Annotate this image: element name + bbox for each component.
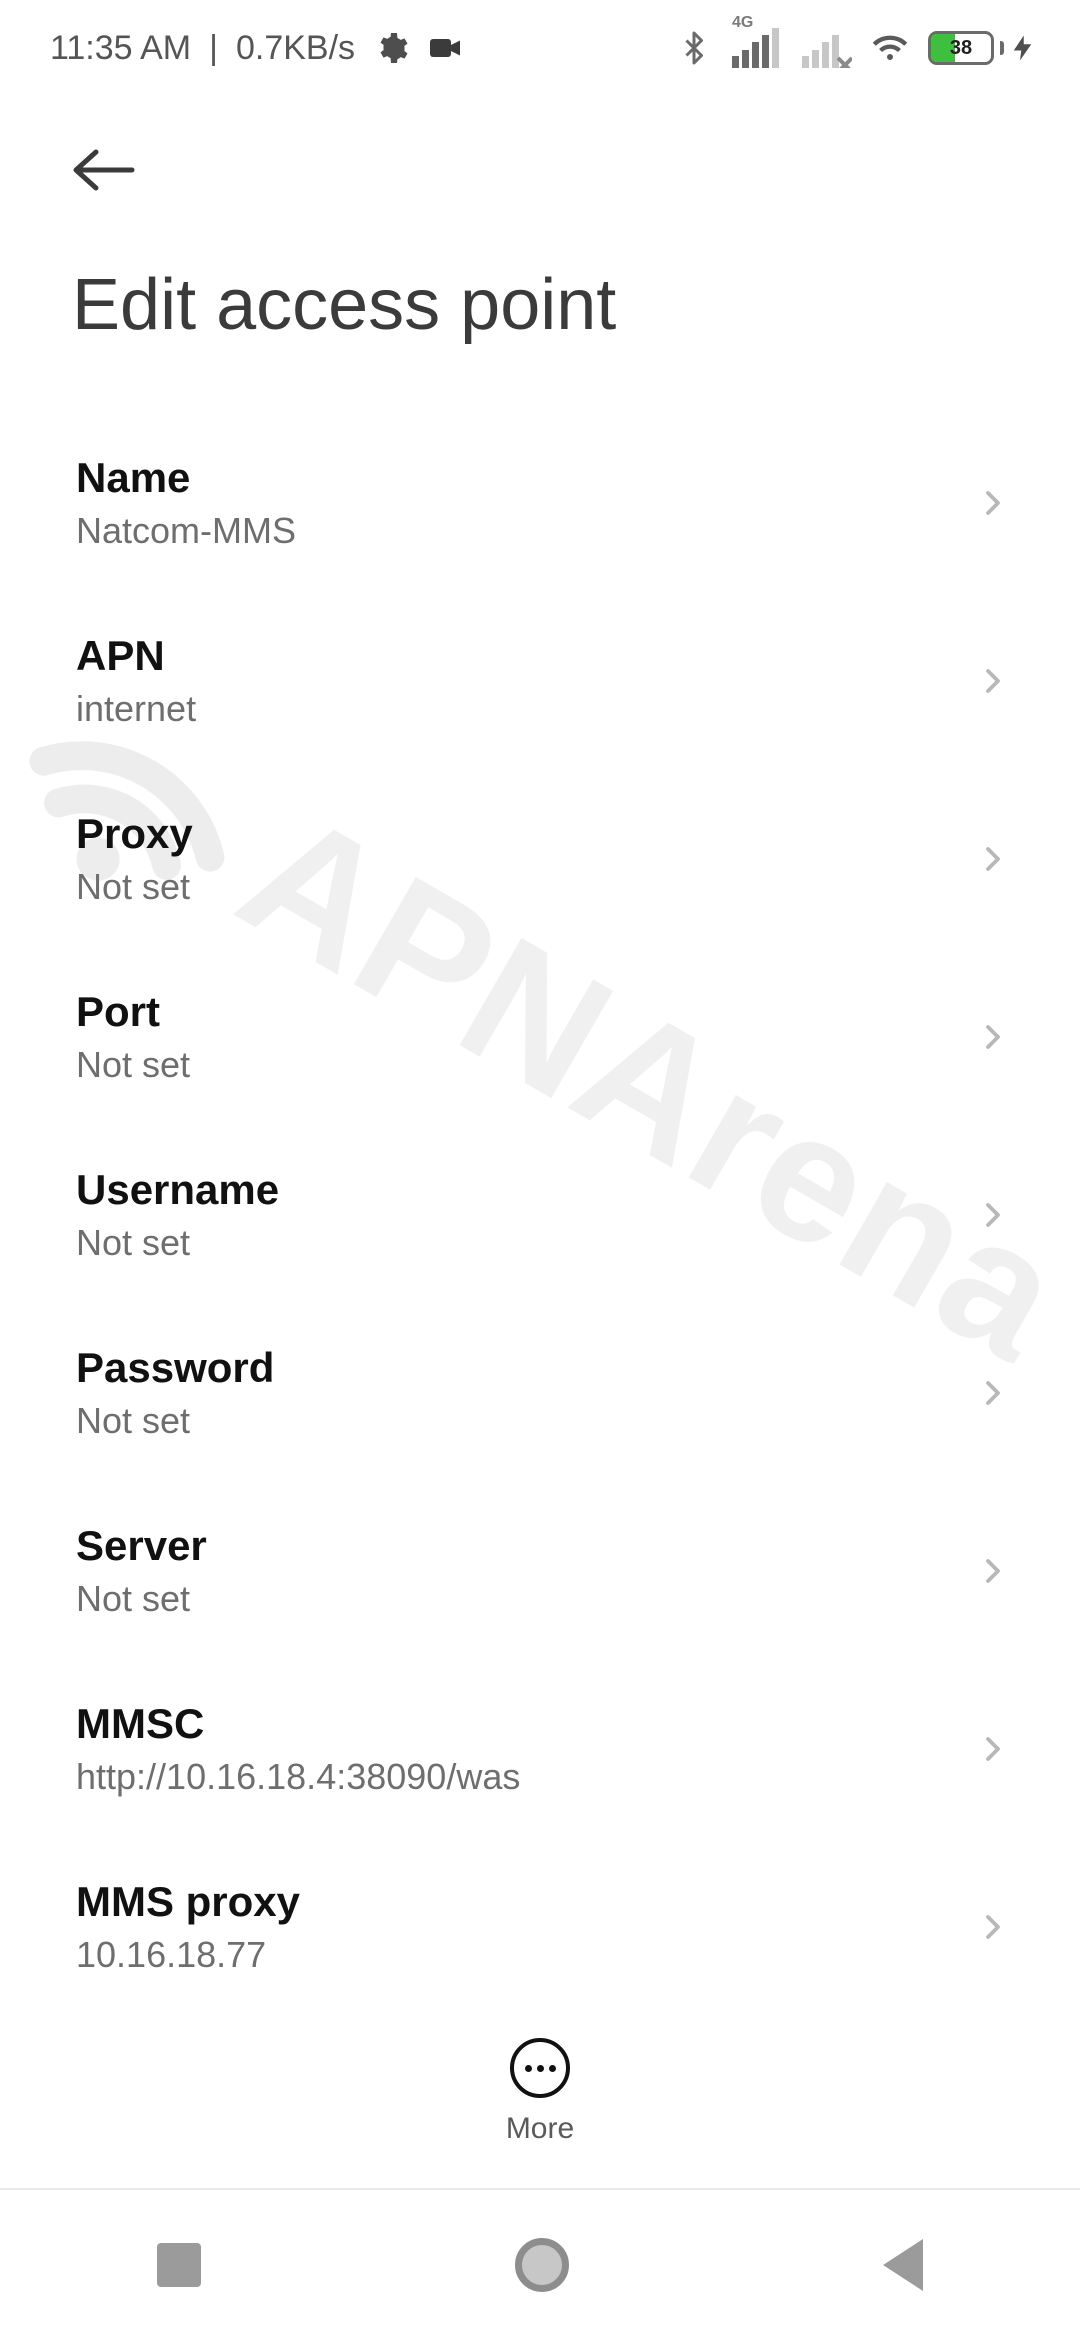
setting-item-apn[interactable]: APN internet bbox=[0, 592, 1080, 770]
chevron-right-icon bbox=[978, 1022, 1008, 1052]
status-speed: 0.7KB/s bbox=[236, 29, 355, 68]
setting-value: Not set bbox=[76, 1222, 978, 1264]
nav-home-button[interactable] bbox=[475, 2218, 609, 2312]
more-button[interactable]: More bbox=[0, 2010, 1080, 2146]
setting-item-mmsc[interactable]: MMSC http://10.16.18.4:38090/was bbox=[0, 1660, 1080, 1838]
system-nav-bar bbox=[0, 2188, 1080, 2340]
status-time: 11:35 AM bbox=[50, 29, 191, 68]
wifi-icon bbox=[872, 30, 908, 66]
chevron-right-icon bbox=[978, 1378, 1008, 1408]
nav-back-button[interactable] bbox=[843, 2219, 963, 2311]
circle-icon bbox=[515, 2238, 569, 2292]
back-button[interactable] bbox=[72, 134, 144, 206]
arrow-left-icon bbox=[72, 148, 136, 192]
charging-bolt-icon bbox=[1010, 33, 1040, 63]
setting-label: Password bbox=[76, 1344, 978, 1392]
triangle-left-icon bbox=[883, 2239, 923, 2291]
setting-item-name[interactable]: Name Natcom-MMS bbox=[0, 414, 1080, 592]
setting-label: Port bbox=[76, 988, 978, 1036]
network-tag: 4G bbox=[732, 14, 753, 32]
setting-label: Proxy bbox=[76, 810, 978, 858]
chevron-right-icon bbox=[978, 488, 1008, 518]
chevron-right-icon bbox=[978, 1734, 1008, 1764]
setting-value: Natcom-MMS bbox=[76, 510, 978, 552]
chevron-right-icon bbox=[978, 1912, 1008, 1942]
setting-value: http://10.16.18.4:38090/was bbox=[76, 1756, 978, 1798]
setting-value: 10.16.18.77 bbox=[76, 1934, 978, 1976]
setting-label: MMSC bbox=[76, 1700, 978, 1748]
setting-item-password[interactable]: Password Not set bbox=[0, 1304, 1080, 1482]
setting-label: Server bbox=[76, 1522, 978, 1570]
signal-sim1: 4G bbox=[732, 28, 782, 68]
status-separator: | bbox=[209, 29, 218, 68]
chevron-right-icon bbox=[978, 1556, 1008, 1586]
video-camera-icon bbox=[427, 30, 463, 66]
signal-sim2 bbox=[802, 28, 852, 68]
chevron-right-icon bbox=[978, 666, 1008, 696]
setting-item-server[interactable]: Server Not set bbox=[0, 1482, 1080, 1660]
setting-item-port[interactable]: Port Not set bbox=[0, 948, 1080, 1126]
setting-item-username[interactable]: Username Not set bbox=[0, 1126, 1080, 1304]
settings-gear-icon bbox=[373, 30, 409, 66]
square-icon bbox=[157, 2243, 201, 2287]
page-title: Edit access point bbox=[72, 264, 1008, 346]
battery-indicator: 38 bbox=[928, 31, 1040, 65]
setting-label: MMS proxy bbox=[76, 1878, 978, 1926]
setting-label: Username bbox=[76, 1166, 978, 1214]
more-icon bbox=[510, 2038, 570, 2098]
setting-item-proxy[interactable]: Proxy Not set bbox=[0, 770, 1080, 948]
chevron-right-icon bbox=[978, 844, 1008, 874]
bluetooth-icon bbox=[676, 30, 712, 66]
battery-percent: 38 bbox=[931, 37, 991, 60]
setting-value: Not set bbox=[76, 1578, 978, 1620]
status-bar: 11:35 AM | 0.7KB/s 4G bbox=[0, 0, 1080, 96]
setting-label: Name bbox=[76, 454, 978, 502]
setting-value: Not set bbox=[76, 866, 978, 908]
setting-item-mms-proxy[interactable]: MMS proxy 10.16.18.77 bbox=[0, 1838, 1080, 2016]
nav-recent-button[interactable] bbox=[117, 2223, 241, 2307]
setting-value: Not set bbox=[76, 1044, 978, 1086]
setting-value: internet bbox=[76, 688, 978, 730]
setting-label: APN bbox=[76, 632, 978, 680]
more-label: More bbox=[506, 2112, 574, 2146]
chevron-right-icon bbox=[978, 1200, 1008, 1230]
settings-list: NameNatcom-MMSAPNinternetProxyNot setPor… bbox=[0, 346, 1080, 2016]
setting-value: Not set bbox=[76, 1400, 978, 1442]
